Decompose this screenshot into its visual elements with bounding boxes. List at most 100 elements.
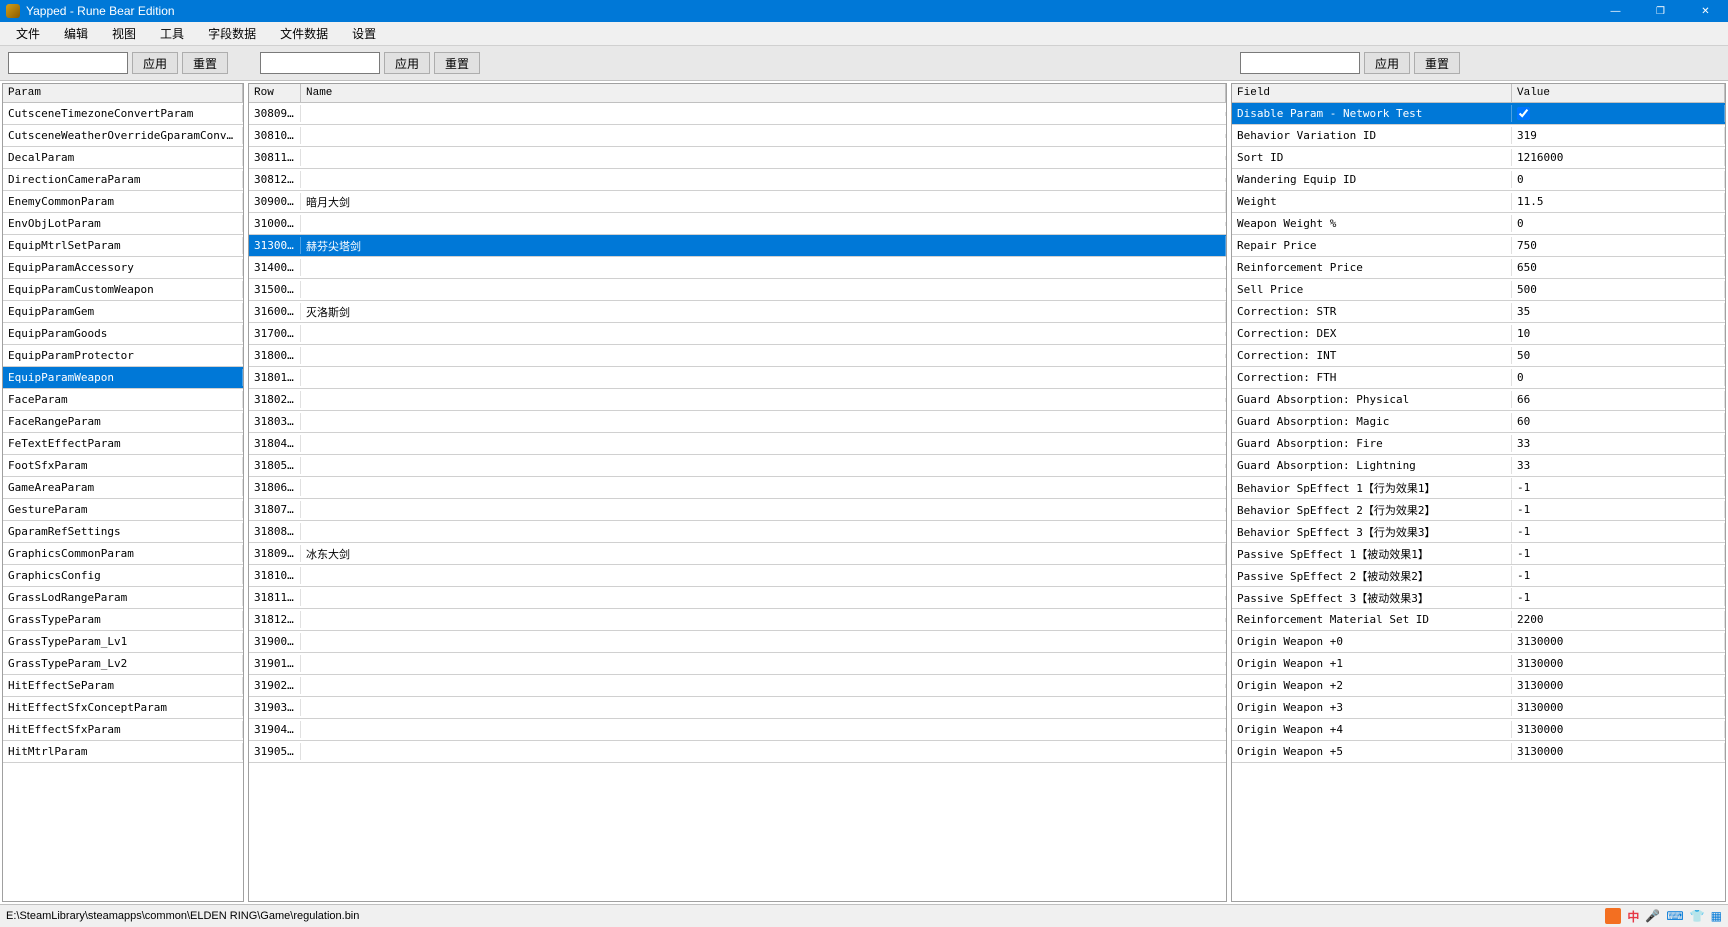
param-row[interactable]: FaceRangeParam: [3, 411, 243, 433]
table-row[interactable]: 3080900: [249, 103, 1226, 125]
table-row[interactable]: 3180200: [249, 389, 1226, 411]
menu-item[interactable]: 工具: [148, 23, 196, 44]
field-row[interactable]: Behavior Variation ID319: [1232, 125, 1725, 147]
table-row[interactable]: 3180000: [249, 345, 1226, 367]
field-value-cell[interactable]: 3130000: [1512, 677, 1725, 694]
field-value-cell[interactable]: 319: [1512, 127, 1725, 144]
field-row[interactable]: Sort ID1216000: [1232, 147, 1725, 169]
param-row[interactable]: GrassTypeParam_Lv2: [3, 653, 243, 675]
param-row[interactable]: GrassTypeParam: [3, 609, 243, 631]
field-row[interactable]: Behavior SpEffect 3【行为效果3】-1: [1232, 521, 1725, 543]
minimize-button[interactable]: —: [1593, 0, 1638, 22]
tray-keyboard-icon[interactable]: ⌨: [1666, 909, 1683, 923]
param-row[interactable]: EnemyCommonParam: [3, 191, 243, 213]
field-row[interactable]: Sell Price500: [1232, 279, 1725, 301]
param-header[interactable]: Param: [3, 84, 243, 102]
field-value-cell[interactable]: [1512, 105, 1725, 123]
field-value-cell[interactable]: -1: [1512, 545, 1725, 562]
field-value-cell[interactable]: 60: [1512, 413, 1725, 430]
field-header-value[interactable]: Value: [1512, 84, 1725, 102]
menu-item[interactable]: 文件: [4, 23, 52, 44]
field-value-cell[interactable]: 3130000: [1512, 633, 1725, 650]
field-value-cell[interactable]: -1: [1512, 523, 1725, 540]
tray-shirt-icon[interactable]: 👕: [1690, 909, 1705, 923]
field-value-cell[interactable]: 11.5: [1512, 193, 1725, 210]
field-value-cell[interactable]: -1: [1512, 479, 1725, 496]
field-row[interactable]: Correction: DEX10: [1232, 323, 1725, 345]
tray-mic-icon[interactable]: 🎤: [1645, 909, 1660, 923]
field-value-cell[interactable]: 3130000: [1512, 721, 1725, 738]
field-value-cell[interactable]: 3130000: [1512, 699, 1725, 716]
field-value-cell[interactable]: 500: [1512, 281, 1725, 298]
param-row[interactable]: EquipParamGoods: [3, 323, 243, 345]
table-row[interactable]: 3180600: [249, 477, 1226, 499]
field-value-cell[interactable]: -1: [1512, 589, 1725, 606]
field-value-cell[interactable]: 66: [1512, 391, 1725, 408]
table-row[interactable]: 3180800: [249, 521, 1226, 543]
param-row[interactable]: GestureParam: [3, 499, 243, 521]
param-row[interactable]: GparamRefSettings: [3, 521, 243, 543]
table-row[interactable]: 3081200: [249, 169, 1226, 191]
field-value-cell[interactable]: 2200: [1512, 611, 1725, 628]
field-row[interactable]: Weight11.5: [1232, 191, 1725, 213]
param-row[interactable]: EquipParamWeapon: [3, 367, 243, 389]
field-row[interactable]: Reinforcement Material Set ID2200: [1232, 609, 1725, 631]
table-row[interactable]: 3180700: [249, 499, 1226, 521]
param-list[interactable]: CutsceneTimezoneConvertParamCutsceneWeat…: [3, 103, 243, 901]
field-row[interactable]: Behavior SpEffect 2【行为效果2】-1: [1232, 499, 1725, 521]
field-row[interactable]: Origin Weapon +03130000: [1232, 631, 1725, 653]
close-button[interactable]: ✕: [1683, 0, 1728, 22]
field-row[interactable]: Guard Absorption: Lightning33: [1232, 455, 1725, 477]
table-row[interactable]: 3090000暗月大剑: [249, 191, 1226, 213]
param-row[interactable]: HitEffectSeParam: [3, 675, 243, 697]
param-row[interactable]: FootSfxParam: [3, 455, 243, 477]
param-row[interactable]: HitMtrlParam: [3, 741, 243, 763]
table-row[interactable]: 3190300: [249, 697, 1226, 719]
param-row[interactable]: CutsceneTimezoneConvertParam: [3, 103, 243, 125]
table-row[interactable]: 3140000: [249, 257, 1226, 279]
field-row[interactable]: Origin Weapon +23130000: [1232, 675, 1725, 697]
table-row[interactable]: 3160000灭洛斯剑: [249, 301, 1226, 323]
param-row[interactable]: EquipParamCustomWeapon: [3, 279, 243, 301]
field-search-input[interactable]: [1240, 52, 1360, 74]
row-apply-button[interactable]: 应用: [384, 52, 430, 74]
table-row[interactable]: 3150000: [249, 279, 1226, 301]
field-row[interactable]: Origin Weapon +13130000: [1232, 653, 1725, 675]
field-row[interactable]: Reinforcement Price650: [1232, 257, 1725, 279]
table-row[interactable]: 3190200: [249, 675, 1226, 697]
field-header-name[interactable]: Field: [1232, 84, 1512, 102]
field-row[interactable]: Origin Weapon +33130000: [1232, 697, 1725, 719]
param-row[interactable]: HitEffectSfxConceptParam: [3, 697, 243, 719]
param-row[interactable]: GraphicsConfig: [3, 565, 243, 587]
row-search-input[interactable]: [260, 52, 380, 74]
table-row[interactable]: 3130000赫芬尖塔剑: [249, 235, 1226, 257]
field-value-cell[interactable]: 33: [1512, 457, 1725, 474]
param-row[interactable]: FaceParam: [3, 389, 243, 411]
table-row[interactable]: 3190000: [249, 631, 1226, 653]
tray-grid-icon[interactable]: ▦: [1711, 909, 1722, 923]
field-apply-button[interactable]: 应用: [1364, 52, 1410, 74]
param-row[interactable]: EquipParamAccessory: [3, 257, 243, 279]
param-row[interactable]: DirectionCameraParam: [3, 169, 243, 191]
table-row[interactable]: 3180100: [249, 367, 1226, 389]
field-value-cell[interactable]: 0: [1512, 215, 1725, 232]
table-row[interactable]: 3190400: [249, 719, 1226, 741]
ime-indicator[interactable]: 中: [1627, 908, 1639, 925]
table-row[interactable]: 3180400: [249, 433, 1226, 455]
field-value-cell[interactable]: 10: [1512, 325, 1725, 342]
field-value-cell[interactable]: 0: [1512, 369, 1725, 386]
field-row[interactable]: Wandering Equip ID0: [1232, 169, 1725, 191]
param-row[interactable]: EquipParamGem: [3, 301, 243, 323]
table-row[interactable]: 3190500: [249, 741, 1226, 763]
field-value-cell[interactable]: 0: [1512, 171, 1725, 188]
field-row[interactable]: Correction: STR35: [1232, 301, 1725, 323]
menu-item[interactable]: 字段数据: [196, 23, 268, 44]
tray-icon[interactable]: [1605, 908, 1621, 924]
table-row[interactable]: 3181000: [249, 565, 1226, 587]
table-row[interactable]: 3100000: [249, 213, 1226, 235]
field-list[interactable]: Disable Param - Network TestBehavior Var…: [1232, 103, 1725, 901]
maximize-button[interactable]: ❐: [1638, 0, 1683, 22]
param-row[interactable]: EquipMtrlSetParam: [3, 235, 243, 257]
table-row[interactable]: 3180900冰东大剑: [249, 543, 1226, 565]
field-row[interactable]: Guard Absorption: Fire33: [1232, 433, 1725, 455]
